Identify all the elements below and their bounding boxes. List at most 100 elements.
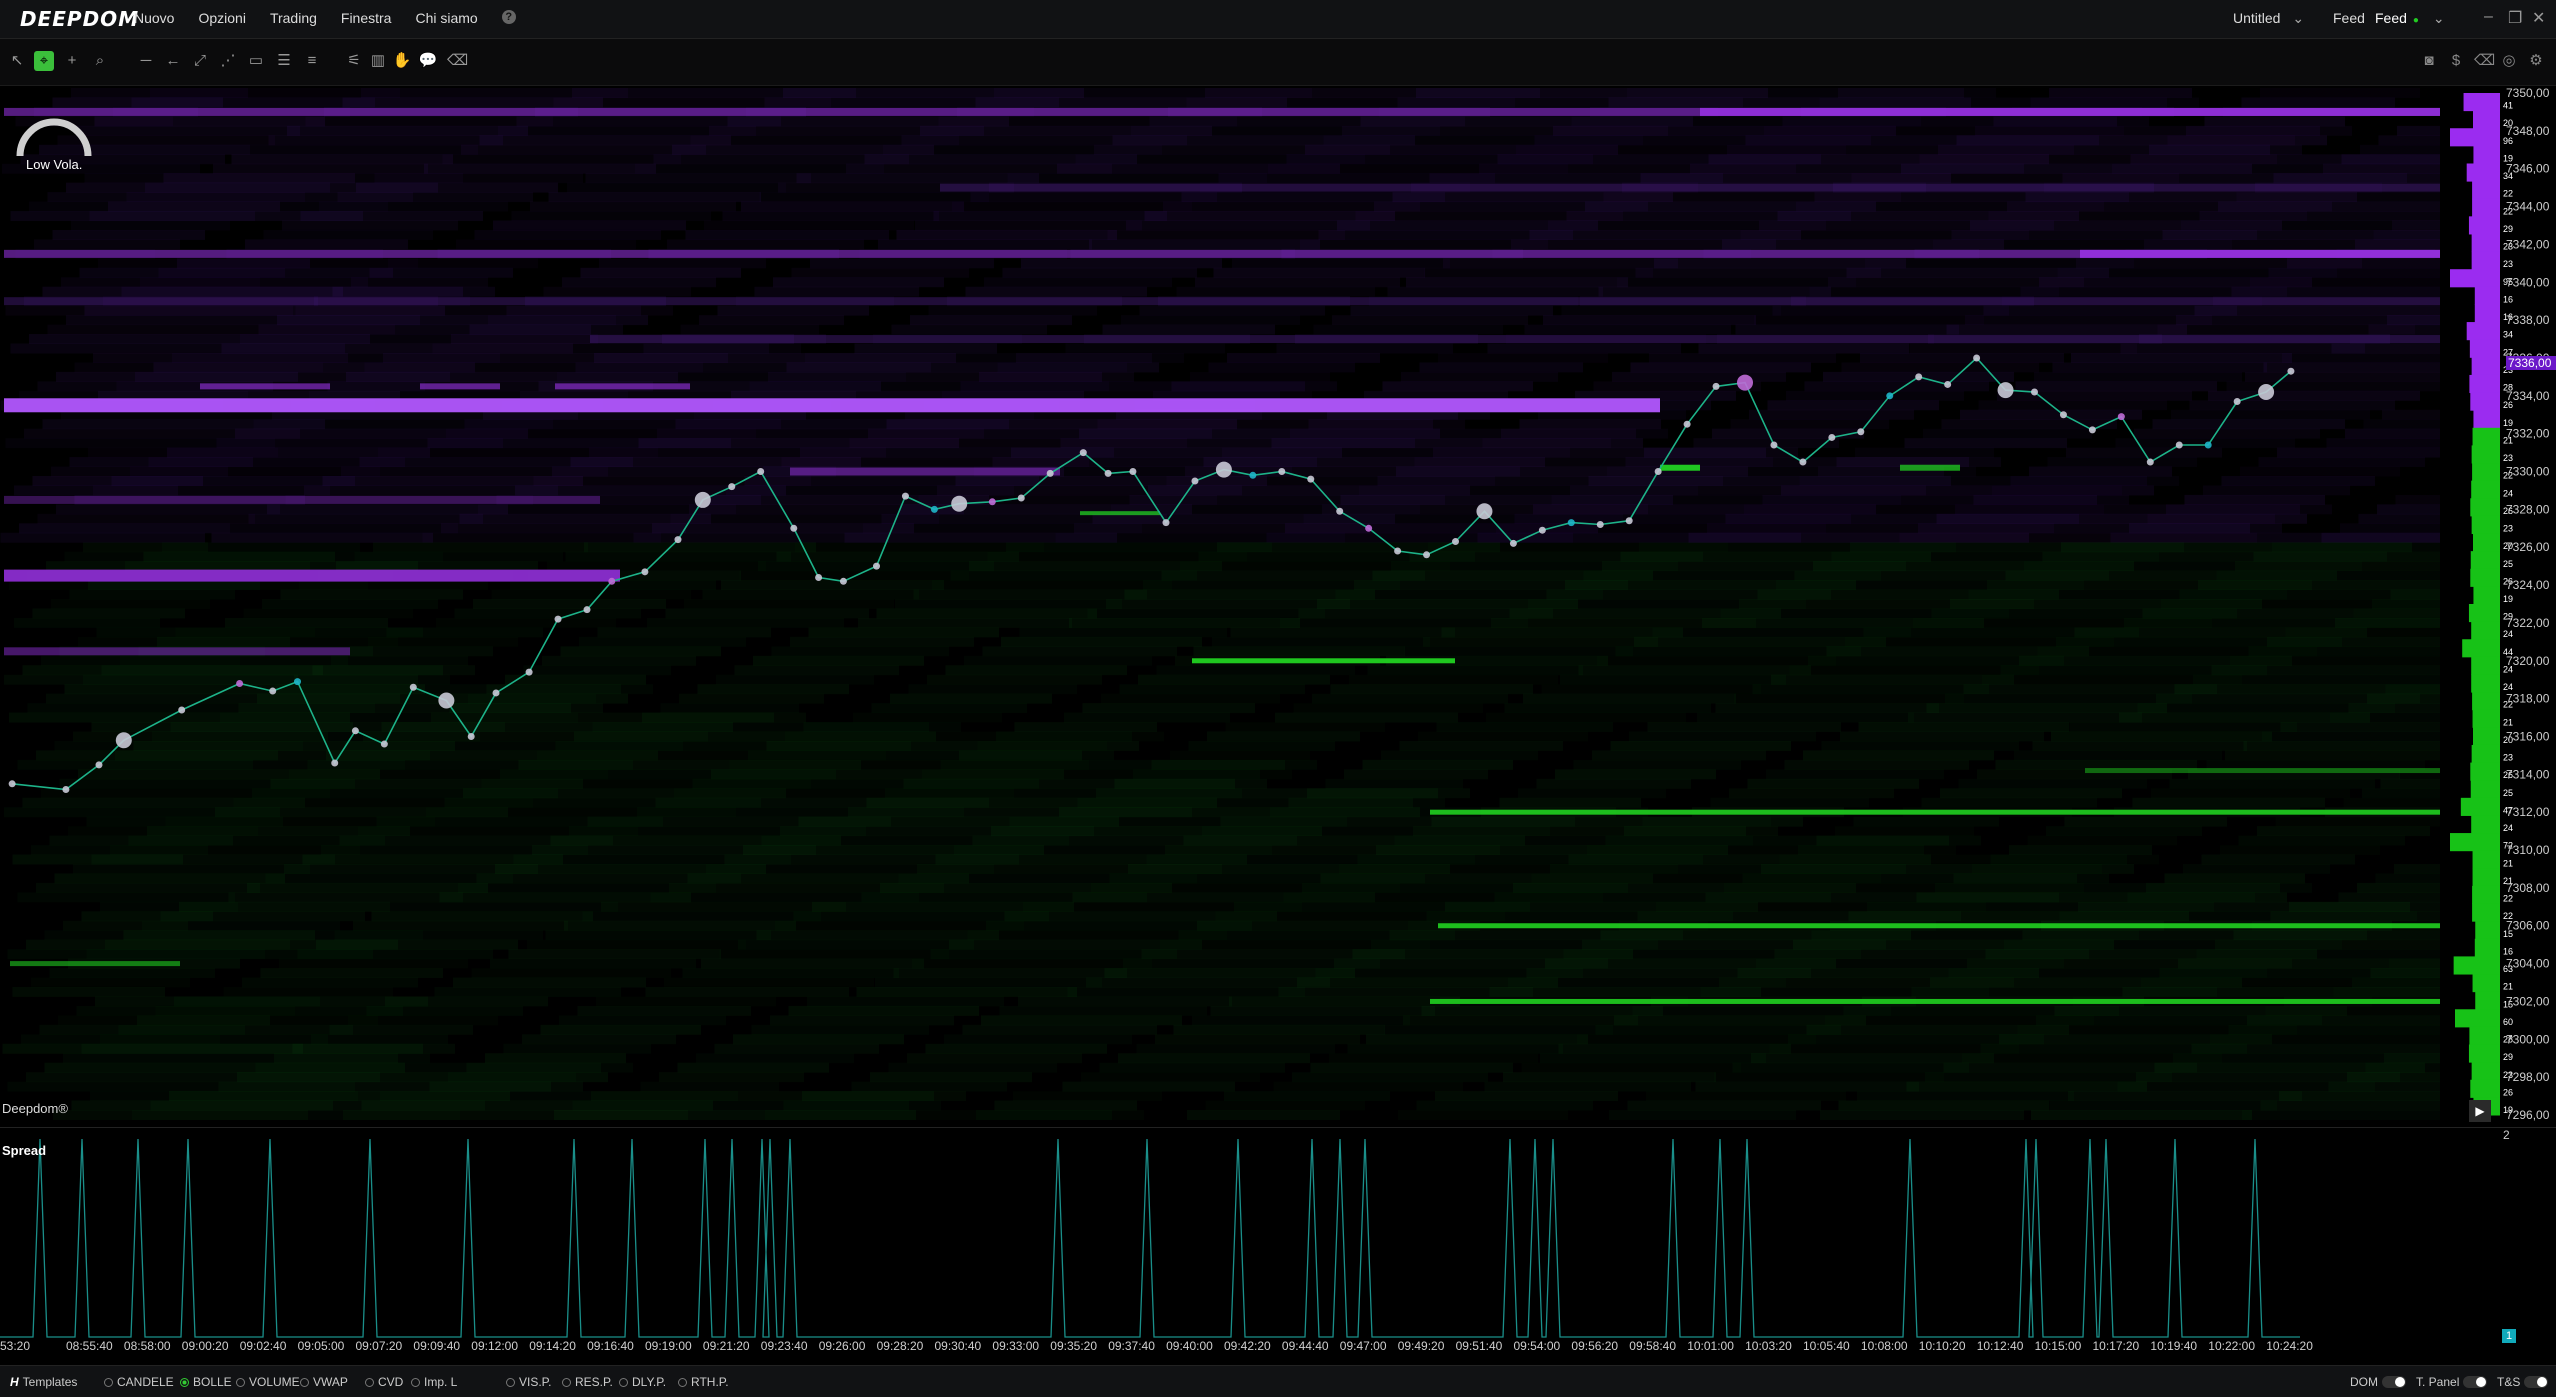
heat-band	[1838, 88, 1964, 98]
help-icon[interactable]: ?	[501, 10, 516, 24]
heat-band	[1362, 759, 1513, 770]
eraser-icon[interactable]: ⌫	[2474, 51, 2495, 71]
heat-band	[1329, 1053, 1538, 1064]
indicator-vwap[interactable]: VWAP	[300, 1375, 348, 1389]
trendline-icon[interactable]: ⤢	[190, 51, 210, 71]
minimize-icon[interactable]: –	[2484, 8, 2493, 26]
ray-icon[interactable]: ←	[163, 51, 183, 71]
heat-band	[436, 617, 616, 628]
fib-icon[interactable]: ☰	[274, 51, 294, 71]
indicator-radio[interactable]	[300, 1377, 309, 1387]
heat-band	[893, 968, 1127, 979]
trade-bubble	[467, 732, 475, 740]
indicator-radio[interactable]	[104, 1377, 113, 1387]
settings-sliders-icon[interactable]: ⚟	[344, 51, 364, 71]
plus-icon[interactable]: +	[62, 51, 82, 71]
channel-icon[interactable]: ⋰	[218, 51, 238, 71]
dom-bar	[2473, 410, 2500, 429]
heat-band	[1121, 315, 1300, 326]
heat-band	[2321, 532, 2440, 543]
footprint-icon[interactable]: ✋	[392, 51, 412, 71]
gear-icon[interactable]: ⚙	[2527, 51, 2545, 71]
zoom-icon[interactable]: ⌕	[90, 51, 110, 71]
heat-band	[442, 154, 681, 165]
heatmap-chart[interactable]: 4120961934222229232395161634272328261921…	[0, 86, 2556, 1126]
templates-button[interactable]: H Templates	[10, 1375, 77, 1389]
heat-band	[454, 608, 641, 619]
indicator-rth-p[interactable]: RTH.P.	[678, 1375, 729, 1389]
heat-band	[601, 901, 846, 912]
indicator-radio[interactable]	[365, 1377, 374, 1387]
menu-chi-siamo[interactable]: Chi siamo	[415, 10, 477, 26]
ts-toggle[interactable]: T&S	[2497, 1375, 2549, 1389]
heat-band	[2191, 1043, 2440, 1054]
chevron-down-icon: ⌄	[2432, 10, 2445, 26]
menu-nuovo[interactable]: Nuovo	[134, 10, 174, 26]
heat-band	[1786, 390, 1964, 401]
crosshair-icon[interactable]: ⌖	[34, 51, 54, 71]
tpanel-toggle[interactable]: T. Panel	[2416, 1375, 2488, 1389]
heat-band	[36, 882, 260, 893]
heat-band	[1330, 684, 1533, 695]
heat-band	[2149, 144, 2270, 155]
indicator-cvd[interactable]: CVD	[365, 1375, 403, 1389]
heat-band	[1114, 778, 1235, 789]
indicator-res-p[interactable]: RES.P.	[562, 1375, 613, 1389]
menu-finestra[interactable]: Finestra	[341, 10, 392, 26]
heat-band	[1543, 315, 1756, 326]
trade-bubble	[1915, 373, 1923, 381]
indicator-volume[interactable]: VOLUME	[236, 1375, 300, 1389]
heat-band	[1430, 809, 2440, 815]
tpanel-switch[interactable]	[2463, 1376, 2488, 1388]
dollar-icon[interactable]: $	[2447, 51, 2465, 71]
indicator-candele[interactable]: CANDELE	[104, 1375, 174, 1389]
indicator-vis-p[interactable]: VIS.P.	[506, 1375, 551, 1389]
feed-button[interactable]: Feed ● ⌄	[2367, 8, 2453, 28]
levels-icon[interactable]: ≡	[302, 51, 322, 71]
heat-band	[2385, 684, 2440, 695]
pointer-icon[interactable]: ↖	[7, 51, 27, 71]
heat-band	[2049, 1100, 2277, 1111]
indicator-bolle[interactable]: BOLLE	[180, 1375, 232, 1389]
indicator-radio[interactable]	[678, 1377, 687, 1387]
restore-icon[interactable]: ❐	[2508, 8, 2522, 28]
menu-trading[interactable]: Trading	[270, 10, 317, 26]
indicator-imp-l[interactable]: Imp. L	[411, 1375, 457, 1389]
dom-switch[interactable]	[2382, 1376, 2406, 1388]
menu-opzioni[interactable]: Opzioni	[198, 10, 245, 26]
target-icon[interactable]: ◎	[2500, 51, 2518, 71]
close-icon[interactable]: ✕	[2532, 8, 2545, 28]
indicator-radio[interactable]	[619, 1377, 628, 1387]
hline-icon[interactable]: ─	[136, 51, 156, 71]
trade-bubble	[1476, 503, 1493, 520]
histogram-icon[interactable]: ▥	[368, 51, 388, 71]
workspace-selector[interactable]: Untitled ⌄	[2233, 10, 2304, 27]
dom-toggle[interactable]: DOM	[2350, 1375, 2406, 1389]
spread-panel[interactable]: 53:20 08:55:40 08:58:00 09:00:20 09:02:40 09:…	[0, 1127, 2556, 1365]
rectangle-icon[interactable]: ▭	[246, 51, 266, 71]
camera-icon[interactable]: ◙	[2420, 51, 2438, 71]
indicator-radio[interactable]	[411, 1377, 420, 1387]
heat-band	[1207, 731, 1360, 742]
price-axis[interactable]: 7350,00 7348,00 7346,00 7344,00 7342,00 7340,…	[2500, 86, 2556, 1126]
play-icon[interactable]: ▶	[2469, 1100, 2491, 1122]
heat-band	[456, 239, 636, 250]
heat-band	[274, 1053, 398, 1064]
heat-band	[1992, 485, 2122, 496]
heat-band	[2277, 447, 2440, 458]
comment-icon[interactable]: 💬	[418, 51, 438, 71]
indicator-dly-p[interactable]: DLY.P.	[619, 1375, 666, 1389]
heat-band	[58, 1015, 378, 1026]
time-tick-label: 09:14:20	[529, 1339, 576, 1353]
heat-band	[2015, 381, 2217, 392]
heat-band	[2029, 466, 2172, 477]
indicator-radio[interactable]	[506, 1377, 515, 1387]
indicator-radio[interactable]	[180, 1377, 189, 1387]
indicator-radio[interactable]	[236, 1377, 245, 1387]
time-tick-label: 10:24:20	[2266, 1339, 2313, 1353]
eraser-icon[interactable]: ⌫	[447, 51, 468, 71]
heat-band	[564, 920, 796, 931]
heat-band	[2228, 1024, 2440, 1035]
indicator-radio[interactable]	[562, 1377, 571, 1387]
ts-switch[interactable]	[2524, 1376, 2549, 1388]
